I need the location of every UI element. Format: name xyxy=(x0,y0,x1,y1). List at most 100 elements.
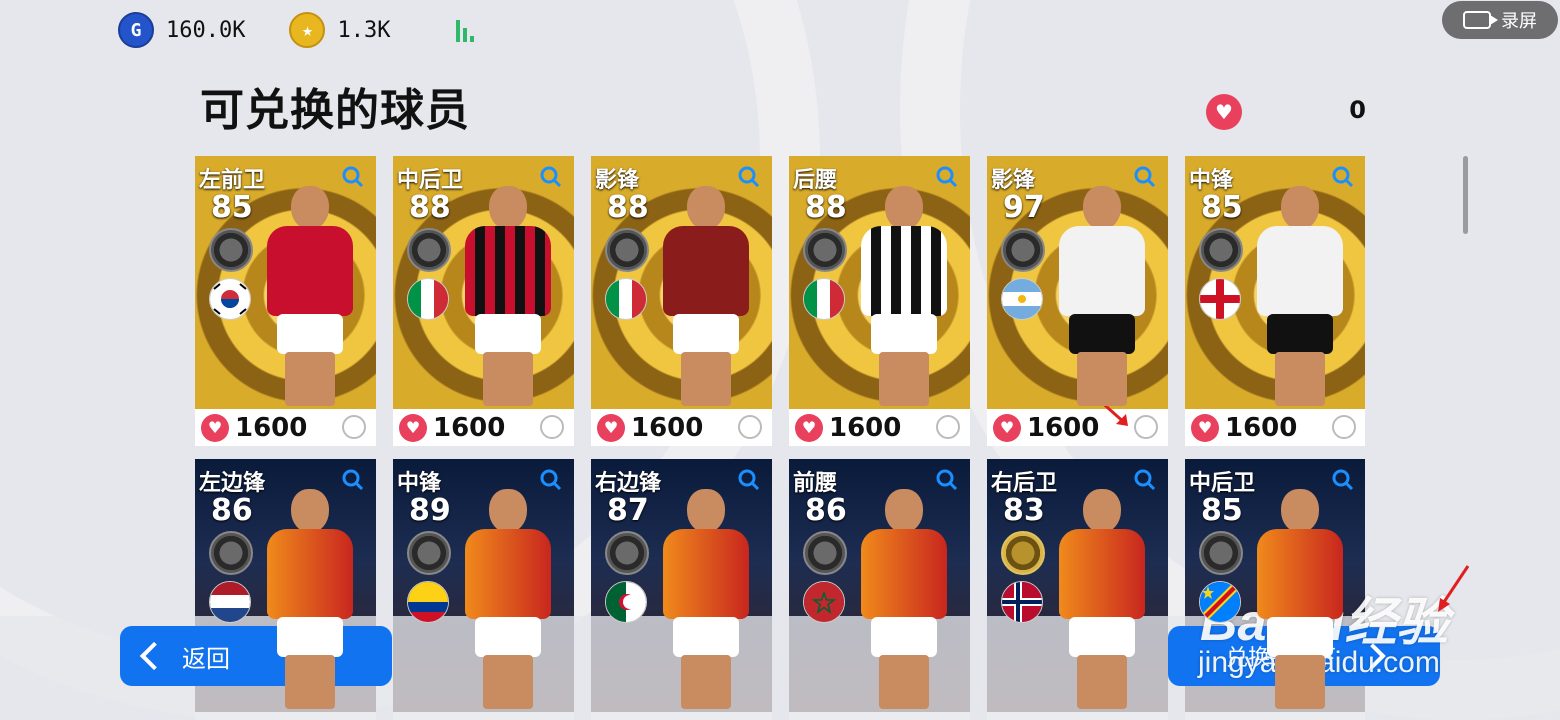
player-price: 1600 xyxy=(631,412,704,443)
search-icon[interactable] xyxy=(936,469,958,491)
player-skill-badge xyxy=(1199,531,1243,575)
select-checkbox[interactable] xyxy=(540,415,564,439)
flag-icon xyxy=(605,581,647,623)
player-skill-badge xyxy=(605,228,649,272)
player-skill-badge xyxy=(803,228,847,272)
search-icon[interactable] xyxy=(738,469,760,491)
player-rating: 88 xyxy=(409,190,451,225)
page-title: 可兑换的球员 xyxy=(200,85,470,136)
player-price: 1600 xyxy=(235,412,308,443)
player-figure xyxy=(651,186,761,406)
chevron-right-icon xyxy=(1360,643,1386,669)
record-screen-button[interactable]: 录屏 xyxy=(1442,1,1558,39)
player-rating: 85 xyxy=(1201,493,1243,528)
price-row: ♥ 1600 xyxy=(987,409,1168,446)
g-coin-icon: G xyxy=(118,12,154,48)
flag-icon xyxy=(209,581,251,623)
search-icon[interactable] xyxy=(342,469,364,491)
player-rating: 83 xyxy=(1003,493,1045,528)
price-row: ♥ 1600 xyxy=(393,409,574,446)
player-skill-badge xyxy=(1001,531,1045,575)
player-figure xyxy=(1047,489,1157,709)
heart-icon: ♥ xyxy=(597,413,625,442)
price-row: ♥ 1600 xyxy=(1185,409,1365,446)
record-label: 录屏 xyxy=(1501,11,1537,32)
player-skill-badge xyxy=(1199,228,1243,272)
player-price: 1600 xyxy=(1225,412,1298,443)
player-figure xyxy=(849,489,959,709)
star-coin-icon: ★ xyxy=(289,12,326,48)
player-card[interactable]: 影锋 88 ♥ 1600 xyxy=(591,156,772,446)
search-icon[interactable] xyxy=(1134,166,1156,188)
search-icon[interactable] xyxy=(1134,469,1156,491)
player-rating: 97 xyxy=(1003,190,1045,225)
camera-icon xyxy=(1463,11,1498,29)
player-price: 1600 xyxy=(829,412,902,443)
heart-icon: ♥ xyxy=(993,413,1021,442)
price-row: ♥ 1600 xyxy=(789,409,970,446)
heart-icon: ♥ xyxy=(1206,94,1242,130)
flag-icon xyxy=(1001,581,1043,623)
select-checkbox[interactable] xyxy=(738,415,762,439)
heart-icon: ♥ xyxy=(1191,413,1219,442)
price-row: ♥ 1600 xyxy=(195,409,376,446)
flag-icon xyxy=(803,278,845,320)
search-icon[interactable] xyxy=(540,166,562,188)
player-figure xyxy=(651,489,761,709)
scrollbar[interactable] xyxy=(1463,156,1468,234)
player-rating: 88 xyxy=(607,190,649,225)
player-skill-badge xyxy=(209,228,253,272)
player-figure xyxy=(1047,186,1157,406)
player-skill-badge xyxy=(803,531,847,575)
flag-icon xyxy=(605,278,647,320)
select-checkbox[interactable] xyxy=(936,415,960,439)
player-skill-badge xyxy=(605,531,649,575)
player-figure xyxy=(255,489,365,709)
chevron-left-icon xyxy=(139,641,169,671)
player-card[interactable]: 中锋 85 ♥ 1600 xyxy=(1185,156,1365,446)
player-skill-badge xyxy=(407,531,451,575)
search-icon[interactable] xyxy=(1332,469,1354,491)
coin-currency: ★ 1.3K xyxy=(289,12,390,48)
player-skill-badge xyxy=(1001,228,1045,272)
player-card[interactable]: 影锋 97 ♥ 1600 xyxy=(987,156,1168,446)
player-rating: 85 xyxy=(211,190,253,225)
player-figure xyxy=(453,489,563,709)
flag-icon xyxy=(1001,278,1043,320)
player-figure xyxy=(255,186,365,406)
player-figure xyxy=(1245,186,1355,406)
flag-icon xyxy=(803,581,845,623)
signal-icon xyxy=(456,18,475,42)
search-icon[interactable] xyxy=(738,166,760,188)
select-checkbox[interactable] xyxy=(1134,415,1158,439)
heart-icon: ♥ xyxy=(201,413,229,442)
player-card[interactable]: 左前卫 85 ♥ 1600 xyxy=(195,156,376,446)
player-price: 1600 xyxy=(433,412,506,443)
player-rating: 86 xyxy=(805,493,847,528)
player-rating: 86 xyxy=(211,493,253,528)
search-icon[interactable] xyxy=(936,166,958,188)
player-card[interactable]: 中后卫 88 ♥ 1600 xyxy=(393,156,574,446)
flag-icon xyxy=(1199,278,1241,320)
player-rating: 89 xyxy=(409,493,451,528)
points-value: 0 xyxy=(1349,96,1366,124)
search-icon[interactable] xyxy=(1332,166,1354,188)
player-skill-badge xyxy=(407,228,451,272)
player-rating: 88 xyxy=(805,190,847,225)
annotation-arrow-2 xyxy=(1438,565,1470,612)
player-figure xyxy=(849,186,959,406)
search-icon[interactable] xyxy=(342,166,364,188)
currency-bar: G 160.0K ★ 1.3K xyxy=(118,10,475,50)
gp-currency: G 160.0K xyxy=(118,12,245,48)
player-figure xyxy=(1245,489,1355,709)
price-row: ♥ 1600 xyxy=(591,409,772,446)
back-label: 返回 xyxy=(182,644,230,673)
flag-icon xyxy=(407,278,449,320)
search-icon[interactable] xyxy=(540,469,562,491)
player-card[interactable]: 后腰 88 ♥ 1600 xyxy=(789,156,970,446)
select-checkbox[interactable] xyxy=(342,415,366,439)
player-figure xyxy=(453,186,563,406)
heart-icon: ♥ xyxy=(795,413,823,442)
select-checkbox[interactable] xyxy=(1332,415,1356,439)
flag-icon xyxy=(407,581,449,623)
